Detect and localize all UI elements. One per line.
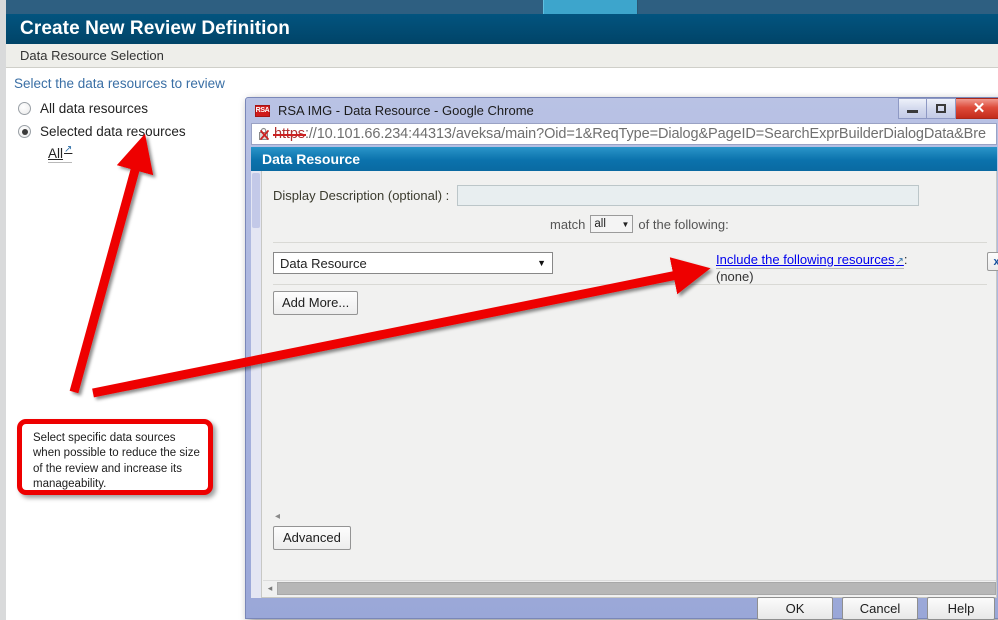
remove-rule-button[interactable]: x — [987, 252, 998, 271]
add-more-button[interactable]: Add More... — [273, 291, 358, 315]
form-prompt: Select the data resources to review — [14, 76, 225, 91]
radio-icon-selected[interactable] — [18, 125, 31, 138]
dialog-header-bar: Data Resource — [251, 147, 997, 171]
close-icon: ✕ — [973, 101, 986, 116]
url-remainder: ://10.101.66.234:44313/aveksa/main?Oid=1… — [305, 126, 986, 142]
window-control-buttons[interactable]: ✕ — [898, 98, 998, 119]
match-prefix-label: match — [550, 217, 585, 232]
section-subheader-label: Data Resource Selection — [20, 48, 164, 63]
match-suffix-label: of the following: — [638, 217, 728, 232]
close-window-button[interactable]: ✕ — [956, 98, 998, 119]
include-resources-link[interactable]: Include the following resources↗ — [716, 252, 904, 269]
external-link-icon: ↗ — [896, 256, 904, 267]
match-mode-select[interactable]: all ▼ — [590, 215, 633, 233]
rsa-favicon-icon: RSA — [255, 105, 270, 117]
help-button[interactable]: Help — [927, 597, 995, 620]
attribute-select[interactable]: Data Resource ▼ — [273, 252, 553, 274]
radio-label-selected: Selected data resources — [40, 124, 186, 139]
chrome-browser-window[interactable]: RSA RSA IMG - Data Resource - Google Chr… — [245, 97, 998, 619]
wizard-step-tab-active[interactable] — [543, 0, 638, 14]
address-bar-url: https://10.101.66.234:44313/aveksa/main?… — [274, 126, 986, 142]
rule-divider-bottom — [273, 284, 987, 285]
all-resources-link-label: All — [48, 146, 63, 161]
horizontal-scrollbar-thumb[interactable] — [277, 582, 996, 595]
scrollbar-thumb[interactable] — [252, 173, 260, 228]
dialog-horizontal-scrollbar[interactable]: ◂ — [263, 580, 996, 596]
cancel-button[interactable]: Cancel — [842, 597, 918, 620]
chevron-down-icon: ▼ — [621, 220, 629, 229]
attribute-select-value: Data Resource — [280, 256, 367, 271]
match-criteria-row: match all ▼ of the following: — [262, 215, 996, 233]
dialog-footer: OK Cancel Help — [251, 598, 997, 618]
page-title: Create New Review Definition — [20, 18, 290, 40]
radio-icon-all[interactable] — [18, 102, 31, 115]
rule-divider-top — [273, 242, 987, 243]
all-resources-link[interactable]: All↗ — [48, 146, 72, 163]
include-resources-block: Include the following resources↗: (none) — [716, 252, 908, 285]
match-mode-value: all — [594, 218, 606, 230]
minimize-icon — [907, 110, 918, 113]
url-scheme-struck: https — [274, 126, 305, 142]
minimize-button[interactable] — [898, 98, 927, 119]
display-description-label: Display Description (optional) : — [273, 188, 449, 203]
criteria-rule-row: Data Resource ▼ Include the following re… — [273, 252, 987, 274]
include-resources-line: Include the following resources↗: — [716, 252, 908, 269]
display-description-input[interactable] — [457, 185, 919, 206]
page-title-bar: Create New Review Definition — [6, 14, 998, 44]
dialog-vertical-scrollbar[interactable] — [251, 171, 261, 598]
scroll-left-arrow-icon[interactable]: ◂ — [263, 583, 277, 594]
display-description-row: Display Description (optional) : — [262, 185, 996, 206]
maximize-icon — [936, 104, 946, 113]
ok-button[interactable]: OK — [757, 597, 833, 620]
external-link-icon: ↗ — [64, 145, 72, 155]
include-resources-colon: : — [904, 252, 908, 267]
include-resources-label: Include the following resources — [716, 252, 895, 267]
chevron-down-icon: ▼ — [537, 258, 546, 268]
app-top-strip — [6, 0, 998, 14]
maximize-button[interactable] — [927, 98, 956, 119]
dialog-content-panel: Display Description (optional) : match a… — [261, 171, 997, 598]
dialog-header-title: Data Resource — [262, 151, 360, 167]
address-bar[interactable]: https://10.101.66.234:44313/aveksa/main?… — [251, 123, 997, 145]
advanced-button[interactable]: Advanced — [273, 526, 351, 550]
radio-selected-data-resources[interactable]: Selected data resources — [18, 124, 186, 139]
section-subheader: Data Resource Selection — [6, 44, 998, 68]
browser-window-title: RSA IMG - Data Resource - Google Chrome — [278, 103, 534, 118]
include-resources-value: (none) — [716, 269, 754, 284]
radio-label-all: All data resources — [40, 101, 148, 116]
radio-all-data-resources[interactable]: All data resources — [18, 101, 148, 116]
browser-title-bar[interactable]: RSA RSA IMG - Data Resource - Google Chr… — [246, 98, 998, 123]
panel-scroll-left-arrow[interactable]: ◂ — [275, 511, 280, 522]
insecure-lock-icon — [258, 127, 271, 141]
